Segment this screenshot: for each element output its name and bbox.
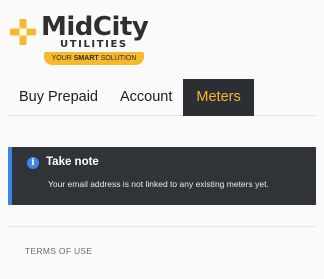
tab-bar: Buy Prepaid Account Meters [8,79,316,116]
tagline-pre: YOUR [51,55,74,62]
logo-brand-text: MidCity [41,12,149,42]
terms-of-use-link[interactable]: TERMS OF USE [25,246,92,256]
tab-account[interactable]: Account [109,79,183,116]
tagline-post: SOLUTION [98,55,137,62]
plus-icon [10,19,36,45]
alert-message: Your email address is not linked to any … [48,179,269,189]
alert-title: Take note [46,156,99,168]
logo-tagline: YOUR SMART SOLUTION [44,52,144,65]
footer-divider [8,226,316,227]
midcity-logo[interactable]: MidCity UTILITIES YOUR SMART SOLUTION [8,8,158,65]
tab-meters[interactable]: Meters [183,79,254,116]
page: MidCity UTILITIES YOUR SMART SOLUTION Bu… [0,0,324,279]
take-note-alert: i Take note Your email address is not li… [8,147,316,205]
tab-buy-prepaid[interactable]: Buy Prepaid [8,79,109,116]
info-icon: i [27,157,39,169]
logo-sub-text: UTILITIES [60,39,128,50]
tagline-bold: SMART [73,55,99,62]
